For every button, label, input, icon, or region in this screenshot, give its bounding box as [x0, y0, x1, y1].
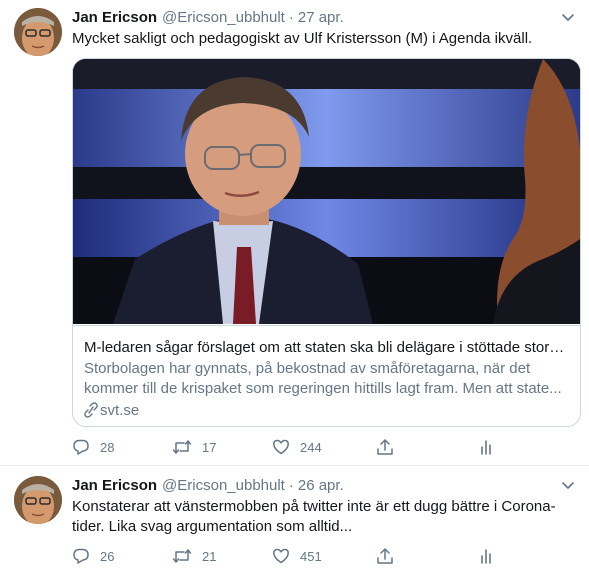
avatar[interactable]: [14, 8, 62, 56]
tweet-date[interactable]: 27 apr.: [298, 9, 344, 26]
share-button[interactable]: [376, 546, 394, 566]
tweet-actions: 28 17 244: [72, 437, 572, 457]
heart-icon: [272, 547, 290, 565]
analytics-button[interactable]: [477, 437, 495, 457]
retweet-count: 17: [202, 439, 217, 455]
like-count: 451: [300, 548, 322, 564]
reply-icon: [72, 438, 90, 456]
reply-button[interactable]: 26: [72, 546, 114, 566]
reply-count: 28: [100, 439, 115, 455]
link-card[interactable]: M-ledaren sågar förslaget om att staten …: [72, 58, 581, 427]
analytics-icon: [477, 438, 495, 456]
tweet[interactable]: Jan Ericson @Ericson_ubbhult · 26 apr. Kons…: [0, 466, 589, 572]
avatar[interactable]: [14, 476, 62, 524]
tweet-actions: 26 21 451: [72, 546, 572, 566]
analytics-icon: [477, 547, 495, 565]
reply-icon: [72, 547, 90, 565]
tweet-header: Jan Ericson @Ericson_ubbhult · 26 apr.: [72, 476, 344, 496]
card-domain[interactable]: svt.se: [84, 401, 139, 424]
retweet-icon: [172, 547, 192, 565]
analytics-button[interactable]: [477, 546, 495, 566]
card-image: [73, 59, 580, 324]
separator: ·: [288, 477, 294, 494]
tweet[interactable]: Jan Ericson @Ericson_ubbhult · 27 apr. Myck…: [0, 0, 589, 466]
retweet-button[interactable]: 21: [172, 546, 216, 566]
share-icon: [376, 547, 394, 565]
separator: ·: [288, 9, 294, 26]
like-count: 244: [300, 439, 322, 455]
tweet-header: Jan Ericson @Ericson_ubbhult · 27 apr.: [72, 8, 344, 28]
retweet-icon: [172, 438, 192, 456]
tweet-text: Mycket sakligt och pedagogiskt av Ulf Kr…: [72, 30, 533, 47]
author-handle[interactable]: @Ericson_ubbhult: [162, 477, 285, 494]
author-handle[interactable]: @Ericson_ubbhult: [162, 9, 285, 26]
chevron-down-icon[interactable]: [559, 476, 577, 494]
author-name[interactable]: Jan Ericson: [72, 477, 157, 494]
heart-icon: [272, 438, 290, 456]
tweet-date[interactable]: 26 apr.: [298, 477, 344, 494]
card-body: M-ledaren sågar förslaget om att staten …: [73, 325, 580, 426]
reply-count: 26: [100, 548, 115, 564]
link-icon: [84, 402, 98, 424]
chevron-down-icon[interactable]: [559, 8, 577, 26]
tweet-text: Konstaterar att vänstermobben på twitter…: [72, 498, 556, 535]
retweet-button[interactable]: 17: [172, 437, 216, 457]
like-button[interactable]: 451: [272, 546, 322, 566]
card-title[interactable]: M-ledaren sågar förslaget om att staten …: [84, 338, 570, 358]
retweet-count: 21: [202, 548, 217, 564]
card-domain-text: svt.se: [100, 402, 140, 419]
like-button[interactable]: 244: [272, 437, 322, 457]
share-button[interactable]: [376, 437, 394, 457]
share-icon: [376, 438, 394, 456]
author-name[interactable]: Jan Ericson: [72, 9, 157, 26]
reply-button[interactable]: 28: [72, 437, 114, 457]
card-description: Storbolagen har gynnats, på bekostnad av…: [84, 360, 562, 397]
